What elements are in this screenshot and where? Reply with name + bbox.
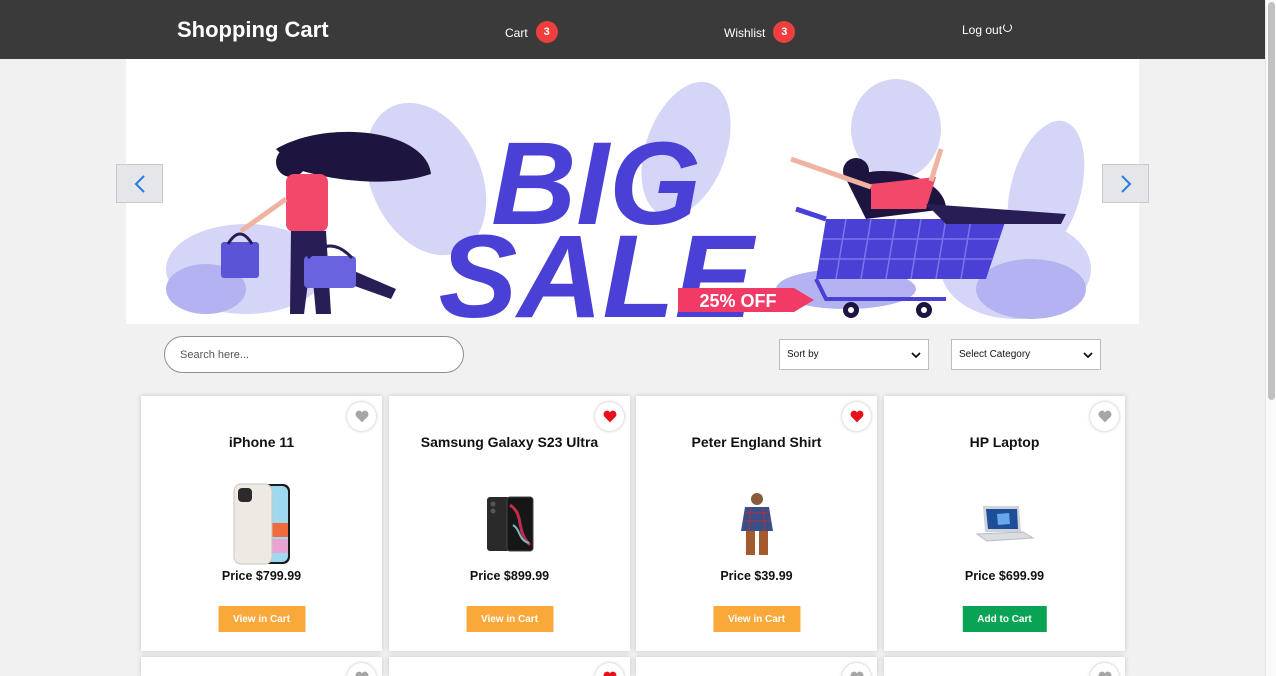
product-card: iPhone 11 Price $799.99 View in Cart bbox=[141, 396, 382, 651]
shirt-model-image bbox=[740, 493, 773, 555]
cart-label: Cart bbox=[505, 26, 528, 40]
product-card: Samsung Galaxy S23 Ultra Price $899.99 V… bbox=[389, 396, 630, 651]
product-title: HP Laptop bbox=[969, 434, 1040, 450]
logout-label: Log out bbox=[962, 23, 1003, 37]
sort-by-select[interactable]: Sort by bbox=[779, 339, 929, 370]
product-image[interactable] bbox=[965, 482, 1045, 566]
category-label: Select Category bbox=[959, 349, 1031, 360]
chevron-down-icon bbox=[1083, 351, 1093, 358]
wishlist-count-badge: 3 bbox=[773, 21, 796, 43]
product-card bbox=[884, 657, 1125, 676]
product-image[interactable] bbox=[470, 482, 550, 566]
heart-outline-icon bbox=[850, 671, 863, 676]
discount-tag-label: 25% OFF bbox=[699, 291, 776, 311]
heart-outline-icon bbox=[355, 671, 368, 676]
product-price: Price $699.99 bbox=[964, 569, 1045, 583]
wishlist-toggle-button[interactable] bbox=[842, 402, 871, 431]
hp-laptop-image bbox=[975, 506, 1035, 542]
add-to-cart-button[interactable]: Add to Cart bbox=[962, 606, 1047, 632]
wishlist-label: Wishlist bbox=[724, 26, 766, 40]
view-in-cart-button[interactable]: View in Cart bbox=[465, 606, 554, 632]
discount-tag: 25% OFF bbox=[678, 288, 814, 312]
logout-icon bbox=[1003, 22, 1013, 32]
wishlist-toggle-button[interactable] bbox=[1090, 663, 1119, 676]
brand-title[interactable]: Shopping Cart bbox=[177, 17, 329, 43]
samsung-phone-image bbox=[486, 496, 533, 552]
cart-count-badge: 3 bbox=[535, 21, 558, 43]
wishlist-toggle-button[interactable] bbox=[347, 402, 376, 431]
heart-filled-icon bbox=[850, 410, 863, 423]
carousel-next-button[interactable] bbox=[1102, 164, 1149, 203]
product-card: Peter England Shirt Price $39.99 View in… bbox=[636, 396, 877, 651]
page-scrollbar[interactable] bbox=[1265, 0, 1276, 676]
heart-outline-icon bbox=[1098, 671, 1111, 676]
scrollbar-thumb[interactable] bbox=[1268, 2, 1275, 400]
product-price: Price $39.99 bbox=[720, 569, 793, 583]
product-title: Peter England Shirt bbox=[691, 434, 822, 450]
iphone-image bbox=[233, 483, 290, 565]
wishlist-link[interactable]: Wishlist 3 bbox=[724, 21, 796, 43]
chevron-left-icon bbox=[134, 174, 145, 193]
search-input[interactable] bbox=[164, 336, 464, 373]
product-card: HP Laptop Price $699.99 Add to Cart bbox=[884, 396, 1125, 651]
product-price: Price $899.99 bbox=[469, 569, 550, 583]
product-image[interactable] bbox=[222, 482, 302, 566]
product-image[interactable] bbox=[717, 482, 797, 566]
top-navbar: Shopping Cart Cart 3 Wishlist 3 Log out bbox=[0, 0, 1265, 59]
cart-link[interactable]: Cart 3 bbox=[505, 21, 558, 43]
product-price: Price $799.99 bbox=[221, 569, 302, 583]
wishlist-toggle-button[interactable] bbox=[842, 663, 871, 676]
product-title: iPhone 11 bbox=[228, 434, 295, 450]
sort-by-label: Sort by bbox=[787, 349, 819, 360]
product-card bbox=[389, 657, 630, 676]
wishlist-toggle-button[interactable] bbox=[595, 402, 624, 431]
heart-outline-icon bbox=[1098, 410, 1111, 423]
wishlist-toggle-button[interactable] bbox=[347, 663, 376, 676]
category-select[interactable]: Select Category bbox=[951, 339, 1101, 370]
big-sale-banner-illustration: BIG SALE 25% OFF bbox=[166, 79, 1091, 324]
heart-filled-icon bbox=[603, 410, 616, 423]
logout-link[interactable]: Log out bbox=[962, 22, 1013, 37]
product-title: Samsung Galaxy S23 Ultra bbox=[420, 434, 599, 450]
product-card bbox=[141, 657, 382, 676]
promo-banner: BIG SALE 25% OFF bbox=[126, 59, 1139, 324]
carousel-prev-button[interactable] bbox=[116, 164, 163, 203]
wishlist-toggle-button[interactable] bbox=[595, 663, 624, 676]
view-in-cart-button[interactable]: View in Cart bbox=[712, 606, 801, 632]
chevron-down-icon bbox=[911, 351, 921, 358]
view-in-cart-button[interactable]: View in Cart bbox=[217, 606, 306, 632]
heart-outline-icon bbox=[355, 410, 368, 423]
chevron-right-icon bbox=[1120, 174, 1131, 193]
wishlist-toggle-button[interactable] bbox=[1090, 402, 1119, 431]
product-card bbox=[636, 657, 877, 676]
heart-filled-icon bbox=[603, 671, 616, 676]
